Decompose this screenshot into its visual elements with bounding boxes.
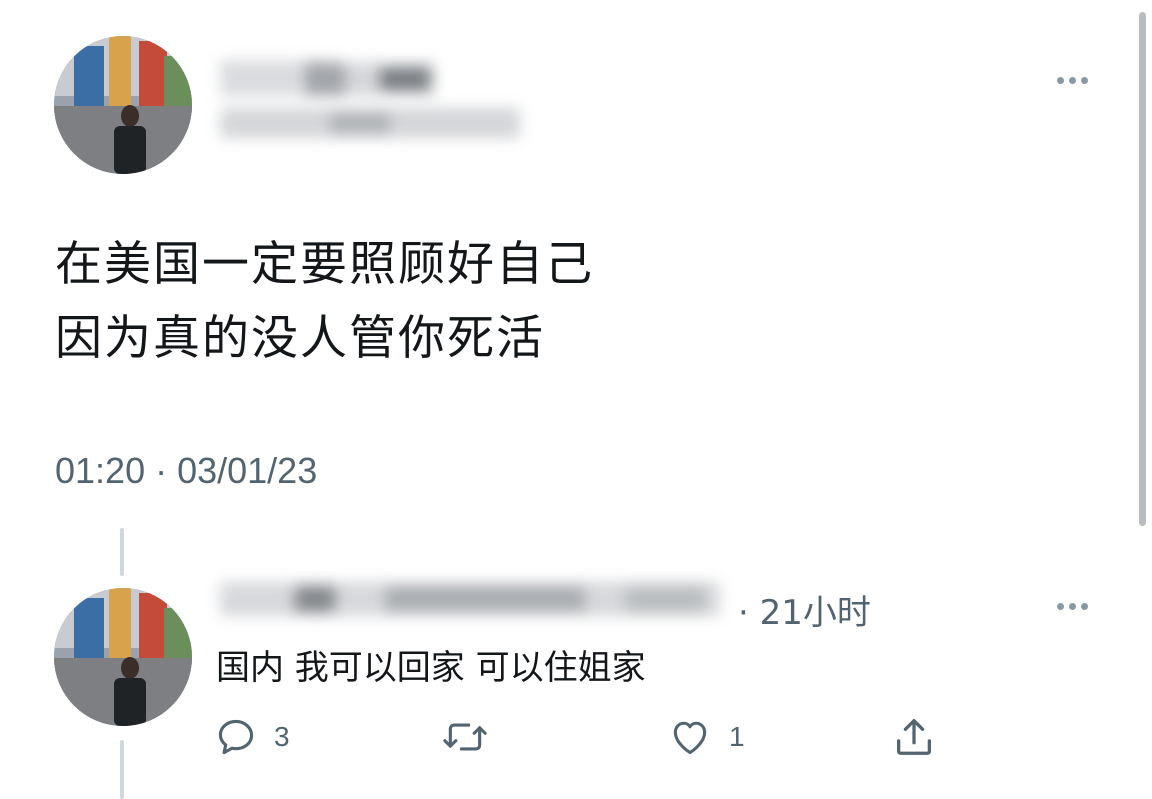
reply-avatar[interactable] xyxy=(54,588,192,726)
reply-text: 国内 我可以回家 可以住姐家 xyxy=(216,648,646,688)
tweet-text-line-1: 在美国一定要照顾好自己 xyxy=(55,237,594,292)
like-button[interactable]: 1 xyxy=(667,713,745,761)
retweet-button[interactable] xyxy=(441,713,505,761)
like-icon xyxy=(673,721,707,755)
reply-more-options-button[interactable] xyxy=(1057,596,1088,616)
scrollbar[interactable] xyxy=(1139,12,1146,526)
thread-line-top xyxy=(120,528,124,576)
tweet-text-line-2: 因为真的没人管你死活 xyxy=(55,311,545,366)
more-icon xyxy=(1057,76,1064,84)
like-count: 1 xyxy=(729,721,745,752)
reply-time[interactable]: · 21小时 xyxy=(738,585,871,634)
share-icon xyxy=(897,719,931,755)
main-avatar[interactable] xyxy=(54,36,192,174)
reply-icon xyxy=(218,719,254,755)
reply-count: 3 xyxy=(274,721,290,752)
thread-line-bottom xyxy=(120,740,124,799)
tweet-timestamp[interactable]: 01:20 · 03/01/23 xyxy=(55,450,317,492)
share-button[interactable] xyxy=(891,713,937,761)
reply-button[interactable]: 3 xyxy=(214,713,290,761)
retweet-icon xyxy=(443,723,487,751)
reply-blurred-username[interactable] xyxy=(205,570,735,636)
tweet-text: 在美国一定要照顾好自己 因为真的没人管你死活 xyxy=(55,228,594,376)
more-icon xyxy=(1057,602,1064,610)
more-options-button[interactable] xyxy=(1057,70,1088,90)
blurred-username[interactable] xyxy=(210,50,570,160)
